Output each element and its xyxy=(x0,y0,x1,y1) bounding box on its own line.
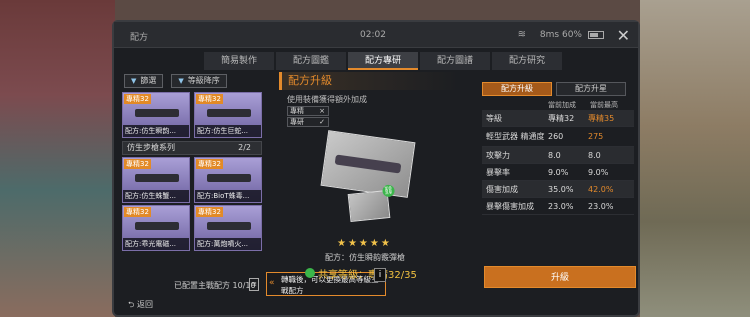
upgrade-panel: 配方升級 使用裝備獲得額外加成 專精 × 專研 ✓ ⛓ ★★★★★ 配方：仿生瞬韵霰… xyxy=(279,72,484,292)
triangle-down-icon: ▼ xyxy=(178,77,184,85)
current-header: 當前加成 xyxy=(548,101,576,109)
level-badge: 專精32 xyxy=(196,159,223,169)
star-rating: ★★★★★ xyxy=(337,238,392,249)
clock: 02:02 xyxy=(360,30,386,40)
weapon-image xyxy=(135,174,179,182)
stat-row: 傷害加成 35.0% 42.0% xyxy=(482,181,634,198)
top-bar: 配方 02:02 ≋ 8ms 60% ✕ xyxy=(114,22,638,48)
tab-recipe-star[interactable]: 配方升星 xyxy=(556,82,626,96)
level-badge: 專精32 xyxy=(196,94,223,104)
recipe-card[interactable]: 專精32 配方:仿生巨蛇... xyxy=(194,92,262,138)
tab-recipe-map[interactable]: 配方圖譜 xyxy=(420,52,490,70)
filter-bar: ▼ 篩選 ▼ 等級降序 xyxy=(124,74,235,88)
recipe-card[interactable]: 專精32 配方:仿生瞬韵... xyxy=(122,92,190,138)
recipe-list[interactable]: 專精32 配方:仿生瞬韵... 專精32 配方:仿生巨蛇... 仿生步槍系列 2… xyxy=(122,92,272,297)
card-row: 專精32 配方:仿生瞬韵... 專精32 配方:仿生巨蛇... xyxy=(122,92,272,138)
background-left xyxy=(0,0,115,317)
level-badge: 專精32 xyxy=(124,159,151,169)
tab-recipe-study[interactable]: 配方研究 xyxy=(492,52,562,70)
recipe-card[interactable]: 專精32 配方:BioT蛛毒... xyxy=(194,157,262,203)
stat-row: 等級 專精32 專精35 xyxy=(482,110,634,127)
filter-button[interactable]: ▼ 篩選 xyxy=(124,74,164,88)
network-text: 8ms 60% xyxy=(539,30,582,40)
battery-icon xyxy=(588,31,604,39)
info-icon[interactable]: i xyxy=(374,268,386,282)
close-icon[interactable]: ✕ xyxy=(617,26,630,45)
recipe-window: 配方 02:02 ≋ 8ms 60% ✕ 簡易製作 配方圖鑑 配方專研 配方圖譜… xyxy=(112,20,640,317)
sort-button[interactable]: ▼ 等級降序 xyxy=(171,74,227,88)
group-count: 2/2 xyxy=(238,143,251,152)
recipe-name: 配方:BioT蛛毒... xyxy=(195,190,261,202)
recipe-card[interactable]: 專精32 配方:仿生蛛蟹... xyxy=(122,157,190,203)
weapon-name: 配方：仿生瞬韵霰彈槍 xyxy=(325,253,405,262)
recipe-blueprint xyxy=(320,130,416,198)
recipe-card[interactable]: 專精32 配方:萬炮噴火... xyxy=(194,205,262,251)
stat-row: 暴擊傷害加成 23.0% 23.0% xyxy=(482,198,634,215)
tab-recipe-catalog[interactable]: 配方圖鑑 xyxy=(276,52,346,70)
level-badge: 專精32 xyxy=(124,94,151,104)
requirement-table: 專精 × 專研 ✓ xyxy=(287,106,329,128)
sub-tabs: 配方升級 配方升星 xyxy=(482,82,634,96)
requirement-row: 專精 × xyxy=(287,106,329,116)
stats-header: 當前加成 當前最高 xyxy=(482,100,634,110)
recipe-name: 配方:萬炮噴火... xyxy=(195,238,261,250)
max-header: 當前最高 xyxy=(590,101,618,109)
back-button[interactable]: ⮌ 返回 xyxy=(128,299,153,313)
weapon-image xyxy=(207,109,251,117)
recipe-name: 配方:乖光電磁... xyxy=(123,238,189,250)
return-icon: ⮌ xyxy=(128,300,137,309)
main-tabs: 簡易製作 配方圖鑑 配方專研 配方圖譜 配方研究 xyxy=(204,52,564,70)
recipe-name: 配方:仿生瞬韵... xyxy=(123,125,189,137)
level-badge: 專精32 xyxy=(124,207,151,217)
assigned-count: 已配置主戰配方 10/10 xyxy=(174,281,256,290)
double-chevron-icon: « xyxy=(269,278,275,288)
window-title: 配方 xyxy=(130,33,149,43)
stat-row: 攻擊力 8.0 8.0 xyxy=(482,147,634,164)
stats-panel: 配方升級 配方升星 當前加成 當前最高 等級 專精32 專精35 輕型武器 精通度 2… xyxy=(482,82,634,215)
triangle-down-icon: ▼ xyxy=(131,77,137,85)
linked-recipe[interactable]: ⛓ xyxy=(347,184,396,223)
group-title: 仿生步槍系列 xyxy=(127,143,175,152)
document-icon[interactable]: ≡ xyxy=(249,278,259,291)
panel-title: 配方升級 xyxy=(279,72,459,90)
weapon-image xyxy=(207,222,251,230)
tab-simple-craft[interactable]: 簡易製作 xyxy=(204,52,274,70)
share-level: 共享等級：專精32/35 xyxy=(305,266,417,281)
card-row: 專精32 配方:仿生蛛蟹... 專精32 配方:BioT蛛毒... xyxy=(122,157,272,203)
card-row: 專精32 配方:乖光電磁... 專精32 配方:萬炮噴火... xyxy=(122,205,272,251)
recipe-name: 配方:仿生巨蛇... xyxy=(195,125,261,137)
stat-row: 輕型武器 精通度 260 275 xyxy=(482,127,634,147)
tab-recipe-research[interactable]: 配方專研 xyxy=(348,52,418,70)
wifi-icon: ≋ xyxy=(517,29,526,40)
panel-subtitle: 使用裝備獲得額外加成 xyxy=(287,95,367,104)
stat-row: 暴擊率 9.0% 9.0% xyxy=(482,164,634,181)
weapon-image xyxy=(135,222,179,230)
weapon-image xyxy=(135,109,179,117)
weapon-image xyxy=(207,174,251,182)
background-right xyxy=(640,0,750,317)
share-icon xyxy=(305,268,315,278)
recipe-name: 配方:仿生蛛蟹... xyxy=(123,190,189,202)
weapon-image xyxy=(334,154,402,174)
upgrade-button[interactable]: 升級 xyxy=(484,266,636,288)
recipe-card[interactable]: 專精32 配方:乖光電磁... xyxy=(122,205,190,251)
level-badge: 專精32 xyxy=(196,207,223,217)
group-header[interactable]: 仿生步槍系列 2/2 xyxy=(122,141,262,155)
requirement-row: 專研 ✓ xyxy=(287,117,329,127)
tab-recipe-upgrade[interactable]: 配方升級 xyxy=(482,82,552,96)
